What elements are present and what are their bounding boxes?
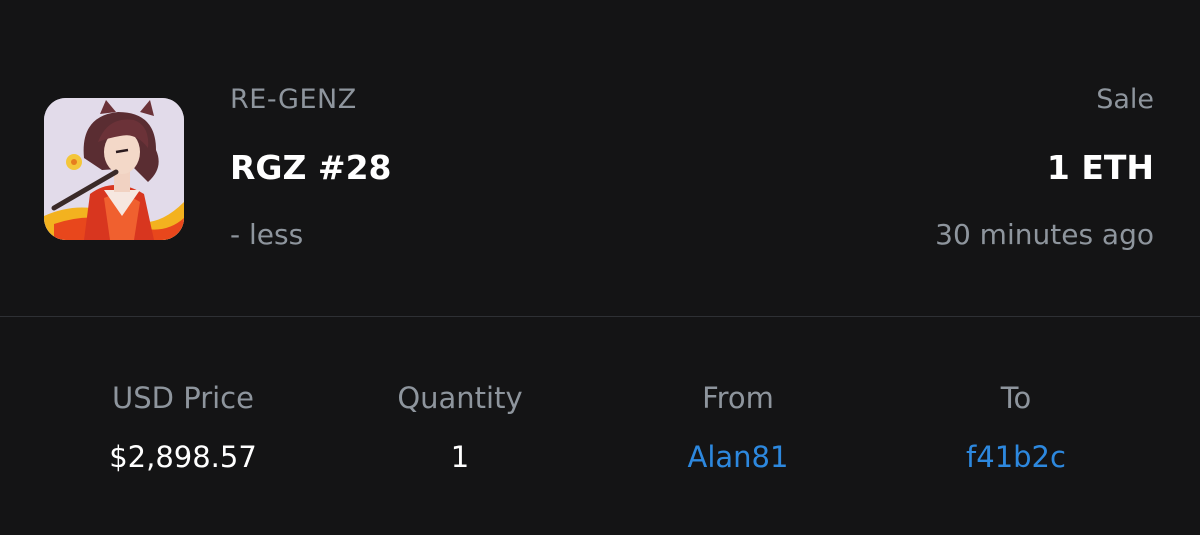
to-label: To — [1000, 381, 1032, 415]
usd-price-stat: USD Price $2,898.57 — [53, 378, 313, 477]
nft-thumbnail[interactable] — [44, 98, 184, 240]
from-stat: From Alan81 — [608, 378, 868, 477]
item-title[interactable]: RGZ #28 — [230, 148, 392, 187]
quantity-label: Quantity — [397, 381, 523, 415]
to-user-link[interactable]: f41b2c — [886, 437, 1146, 477]
sale-price: 1 ETH — [1046, 148, 1154, 187]
section-divider — [0, 316, 1200, 317]
quantity-value: 1 — [450, 440, 470, 474]
quantity-stat: Quantity 1 — [330, 378, 590, 477]
usd-price-label: USD Price — [112, 381, 254, 415]
usd-price-value: $2,898.57 — [109, 440, 257, 474]
toggle-less-link[interactable]: - less — [230, 218, 303, 251]
event-type: Sale — [1096, 84, 1154, 115]
activity-card: RE-GENZ RGZ #28 - less Sale 1 ETH 30 min… — [0, 0, 1200, 535]
to-stat: To f41b2c — [886, 378, 1146, 477]
nft-artwork-icon — [44, 98, 184, 240]
collection-name[interactable]: RE-GENZ — [230, 84, 357, 115]
from-label: From — [702, 381, 774, 415]
from-user-link[interactable]: Alan81 — [608, 437, 868, 477]
event-timestamp: 30 minutes ago — [935, 218, 1154, 251]
